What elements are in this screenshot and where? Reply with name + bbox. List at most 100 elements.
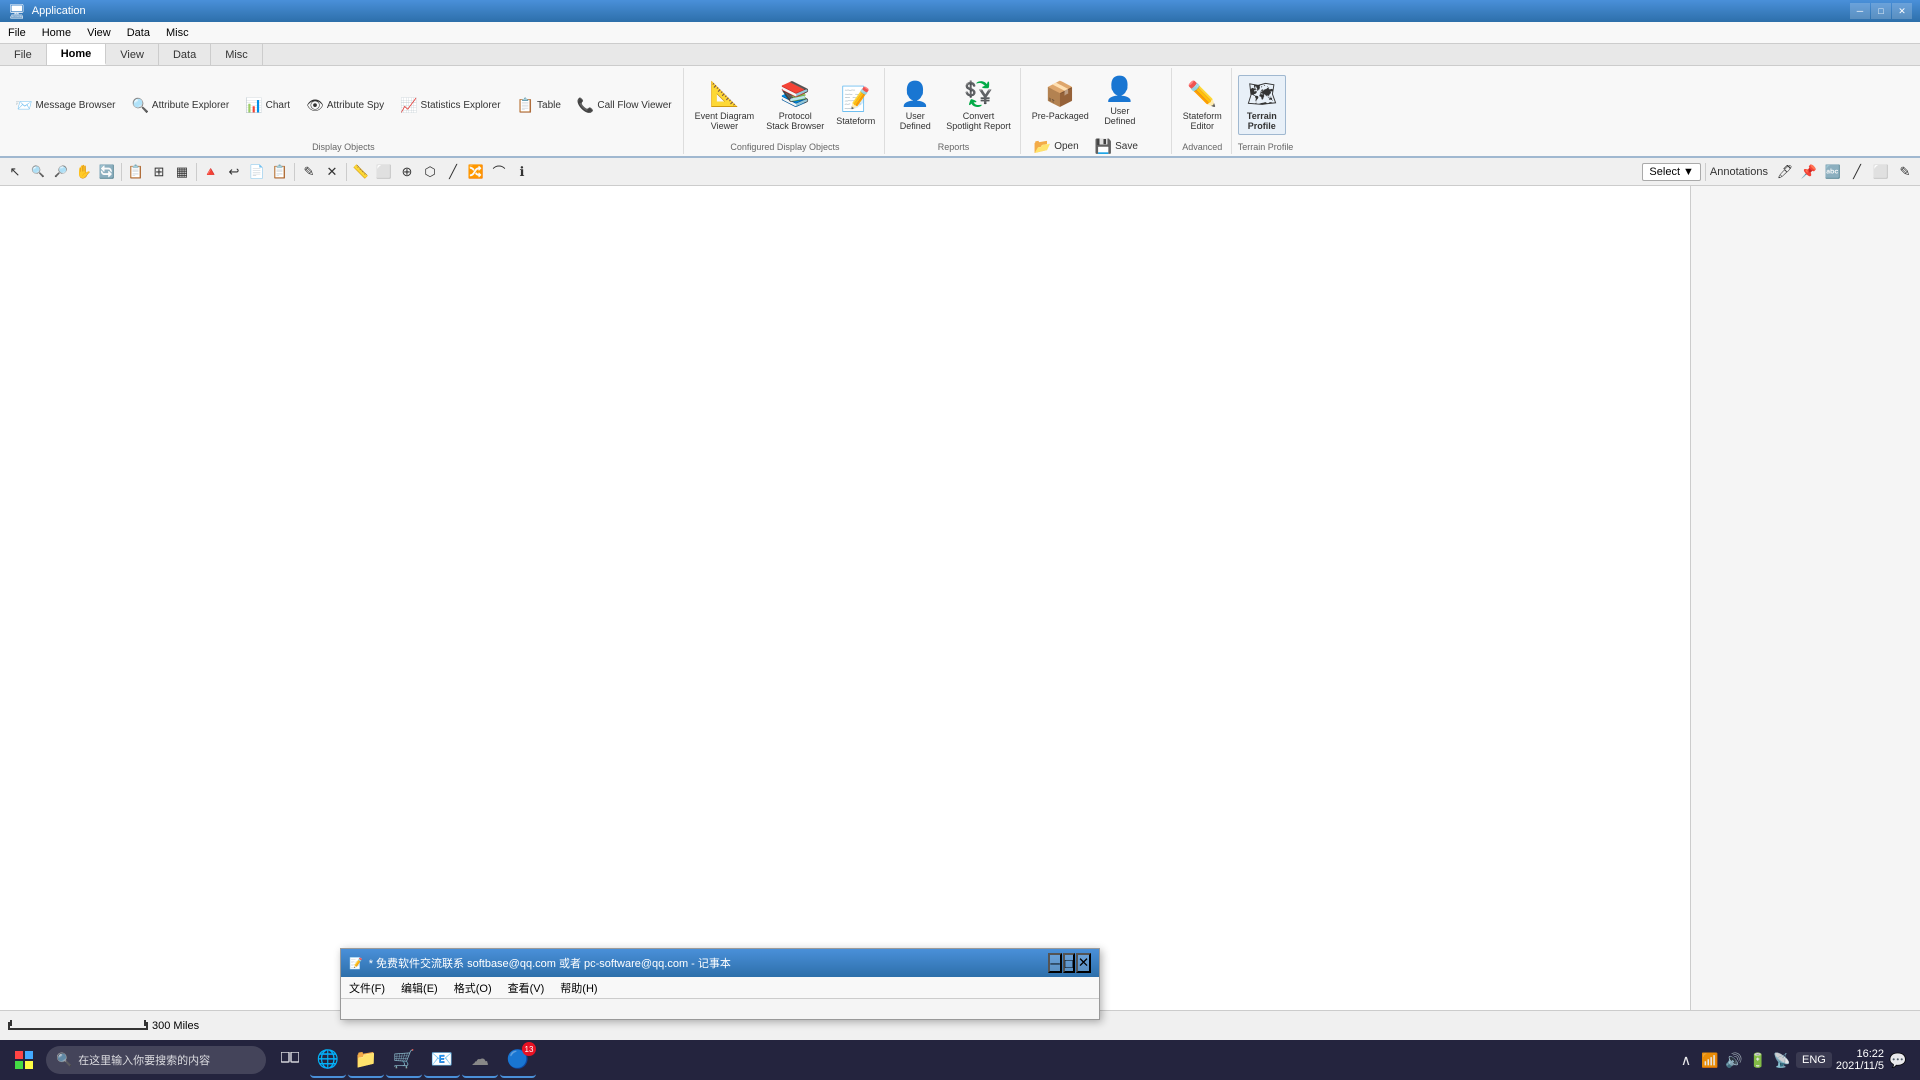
edit-tool[interactable]: ✎ xyxy=(298,161,320,183)
menu-data[interactable]: Data xyxy=(119,22,158,43)
chart-btn[interactable]: 📊 Chart xyxy=(238,95,297,115)
protocol-stack-browser-btn[interactable]: 📚 Protocol Stack Browser xyxy=(761,75,829,135)
annotation-tool-2[interactable]: 📌 xyxy=(1798,161,1820,183)
advanced-group-label: Advanced xyxy=(1178,140,1227,152)
scale-bar: 300 Miles xyxy=(8,1020,199,1032)
table-label: Table xyxy=(537,100,561,111)
notepad-menu-format[interactable]: 格式(O) xyxy=(446,977,500,998)
attribute-spy-btn[interactable]: 👁 Attribute Spy xyxy=(299,95,391,115)
undo-tool[interactable]: ↩ xyxy=(223,161,245,183)
user-defined-layout-btn[interactable]: 👤 User Defined xyxy=(1096,70,1144,130)
tab-misc[interactable]: Misc xyxy=(211,44,263,65)
annotation-tool-3[interactable]: 🔤 xyxy=(1822,161,1844,183)
annotation-tool-5[interactable]: ⬜ xyxy=(1870,161,1892,183)
layer-tool[interactable]: 📋 xyxy=(125,161,147,183)
filter-tool[interactable]: 🔺 xyxy=(200,161,222,183)
select-cursor-tool[interactable]: ↖ xyxy=(4,161,26,183)
save-btn[interactable]: 💾 Save xyxy=(1088,136,1145,156)
measure-tool[interactable]: 📏 xyxy=(350,161,372,183)
call-flow-viewer-btn[interactable]: 📞 Call Flow Viewer xyxy=(570,95,679,115)
annotation-tool-6[interactable]: ✎ xyxy=(1894,161,1916,183)
grid-tool[interactable]: ⊞ xyxy=(148,161,170,183)
open-icon: 📂 xyxy=(1034,138,1051,155)
store-btn[interactable]: 🛒 xyxy=(386,1042,422,1078)
wifi-icon[interactable]: 📡 xyxy=(1772,1052,1792,1069)
message-browser-btn[interactable]: 📨 Message Browser xyxy=(8,95,122,115)
window-controls: ─ □ ✕ xyxy=(1850,3,1912,19)
notepad-menu-edit[interactable]: 编辑(E) xyxy=(393,977,446,998)
cloud-btn[interactable]: ☁ xyxy=(462,1042,498,1078)
polygon-tool[interactable]: ⬡ xyxy=(419,161,441,183)
notepad-minimize-btn[interactable]: ─ xyxy=(1048,953,1061,973)
select-dropdown-icon: ▼ xyxy=(1683,166,1694,178)
chevron-up-icon[interactable]: ∧ xyxy=(1676,1052,1696,1069)
notepad-maximize-btn[interactable]: □ xyxy=(1063,953,1075,973)
annotation-tool-4[interactable]: ╱ xyxy=(1846,161,1868,183)
file-explorer-btn[interactable]: 📁 xyxy=(348,1042,384,1078)
area-tool[interactable]: ⬜ xyxy=(373,161,395,183)
app-badge: 13 xyxy=(522,1042,536,1056)
stateform-btn[interactable]: 📝 Stateform xyxy=(831,75,880,135)
stateform-editor-btn[interactable]: ✏️ Stateform Editor xyxy=(1178,75,1227,135)
pan-tool[interactable]: ✋ xyxy=(73,161,95,183)
network-icon[interactable]: 📶 xyxy=(1700,1052,1720,1069)
taskbar-clock[interactable]: 16:22 2021/11/5 xyxy=(1836,1048,1884,1072)
menu-home[interactable]: Home xyxy=(34,22,79,43)
notepad-title: * 免费软件交流联系 softbase@qq.com 或者 pc-softwar… xyxy=(369,955,731,971)
pre-packaged-btn[interactable]: 📦 Pre-Packaged xyxy=(1027,70,1094,130)
menu-view[interactable]: View xyxy=(79,22,119,43)
route-tool[interactable]: 🔀 xyxy=(465,161,487,183)
tab-view[interactable]: View xyxy=(106,44,159,65)
statistics-explorer-btn[interactable]: 📈 Statistics Explorer xyxy=(393,95,507,115)
group-reports: 👤 User Defined 💱 Convert Spotlight Repor… xyxy=(887,68,1021,154)
notepad-menu-help[interactable]: 帮助(H) xyxy=(552,977,605,998)
tab-data[interactable]: Data xyxy=(159,44,211,65)
title-text: Application xyxy=(32,5,86,17)
table-btn[interactable]: 📋 Table xyxy=(510,95,568,115)
tab-home[interactable]: Home xyxy=(47,44,107,65)
user-defined-report-btn[interactable]: 👤 User Defined xyxy=(891,75,939,135)
terrain-profile-btn[interactable]: 🗺 Terrain Profile xyxy=(1238,75,1286,135)
taskbar-search-box[interactable]: 🔍 在这里输入你要搜索的内容 xyxy=(46,1046,266,1074)
point-tool[interactable]: ⊕ xyxy=(396,161,418,183)
notification-icon[interactable]: 💬 xyxy=(1888,1052,1908,1069)
menu-misc[interactable]: Misc xyxy=(158,22,197,43)
select-button[interactable]: Select ▼ xyxy=(1642,163,1700,181)
close-button[interactable]: ✕ xyxy=(1892,3,1912,19)
attribute-explorer-btn[interactable]: 🔍 Attribute Explorer xyxy=(124,95,236,115)
speaker-icon[interactable]: 🔊 xyxy=(1724,1052,1744,1069)
zoom-in-tool[interactable]: 🔍 xyxy=(27,161,49,183)
search-placeholder: 在这里输入你要搜索的内容 xyxy=(78,1052,210,1068)
convert-spotlight-btn[interactable]: 💱 Convert Spotlight Report xyxy=(941,75,1016,135)
toolbar-sep-2 xyxy=(196,163,197,181)
info-tool[interactable]: ℹ xyxy=(511,161,533,183)
copy-tool[interactable]: 📄 xyxy=(246,161,268,183)
language-selector[interactable]: ENG xyxy=(1796,1052,1832,1068)
delete-tool[interactable]: ✕ xyxy=(321,161,343,183)
message-browser-label: Message Browser xyxy=(35,100,115,111)
map-canvas[interactable] xyxy=(0,186,1690,1010)
line-tool[interactable]: ╱ xyxy=(442,161,464,183)
refresh-tool[interactable]: 🔄 xyxy=(96,161,118,183)
open-btn[interactable]: 📂 Open xyxy=(1027,136,1086,156)
annotation-tool-1[interactable]: 🖊 xyxy=(1774,161,1796,183)
notepad-menu-file[interactable]: 文件(F) xyxy=(341,977,393,998)
battery-icon[interactable]: 🔋 xyxy=(1748,1052,1768,1069)
mail-btn[interactable]: 📧 xyxy=(424,1042,460,1078)
edge-browser-btn[interactable]: 🌐 xyxy=(310,1042,346,1078)
reports-items: 👤 User Defined 💱 Convert Spotlight Repor… xyxy=(891,70,1016,140)
start-button[interactable] xyxy=(4,1042,44,1078)
notepad-menu-view[interactable]: 查看(V) xyxy=(500,977,553,998)
notepad-close-btn[interactable]: ✕ xyxy=(1076,953,1091,973)
zoom-out-tool[interactable]: 🔎 xyxy=(50,161,72,183)
tab-file[interactable]: File xyxy=(0,44,47,65)
event-diagram-viewer-btn[interactable]: 📐 Event Diagram Viewer xyxy=(690,75,760,135)
app-btn[interactable]: 🔵 13 xyxy=(500,1042,536,1078)
maximize-button[interactable]: □ xyxy=(1871,3,1891,19)
table-tool[interactable]: ▦ xyxy=(171,161,193,183)
paste-tool[interactable]: 📋 xyxy=(269,161,291,183)
antenna-tool[interactable]: ⌒ xyxy=(488,161,510,183)
task-view-btn[interactable] xyxy=(272,1042,308,1078)
minimize-button[interactable]: ─ xyxy=(1850,3,1870,19)
menu-file[interactable]: File xyxy=(0,22,34,43)
